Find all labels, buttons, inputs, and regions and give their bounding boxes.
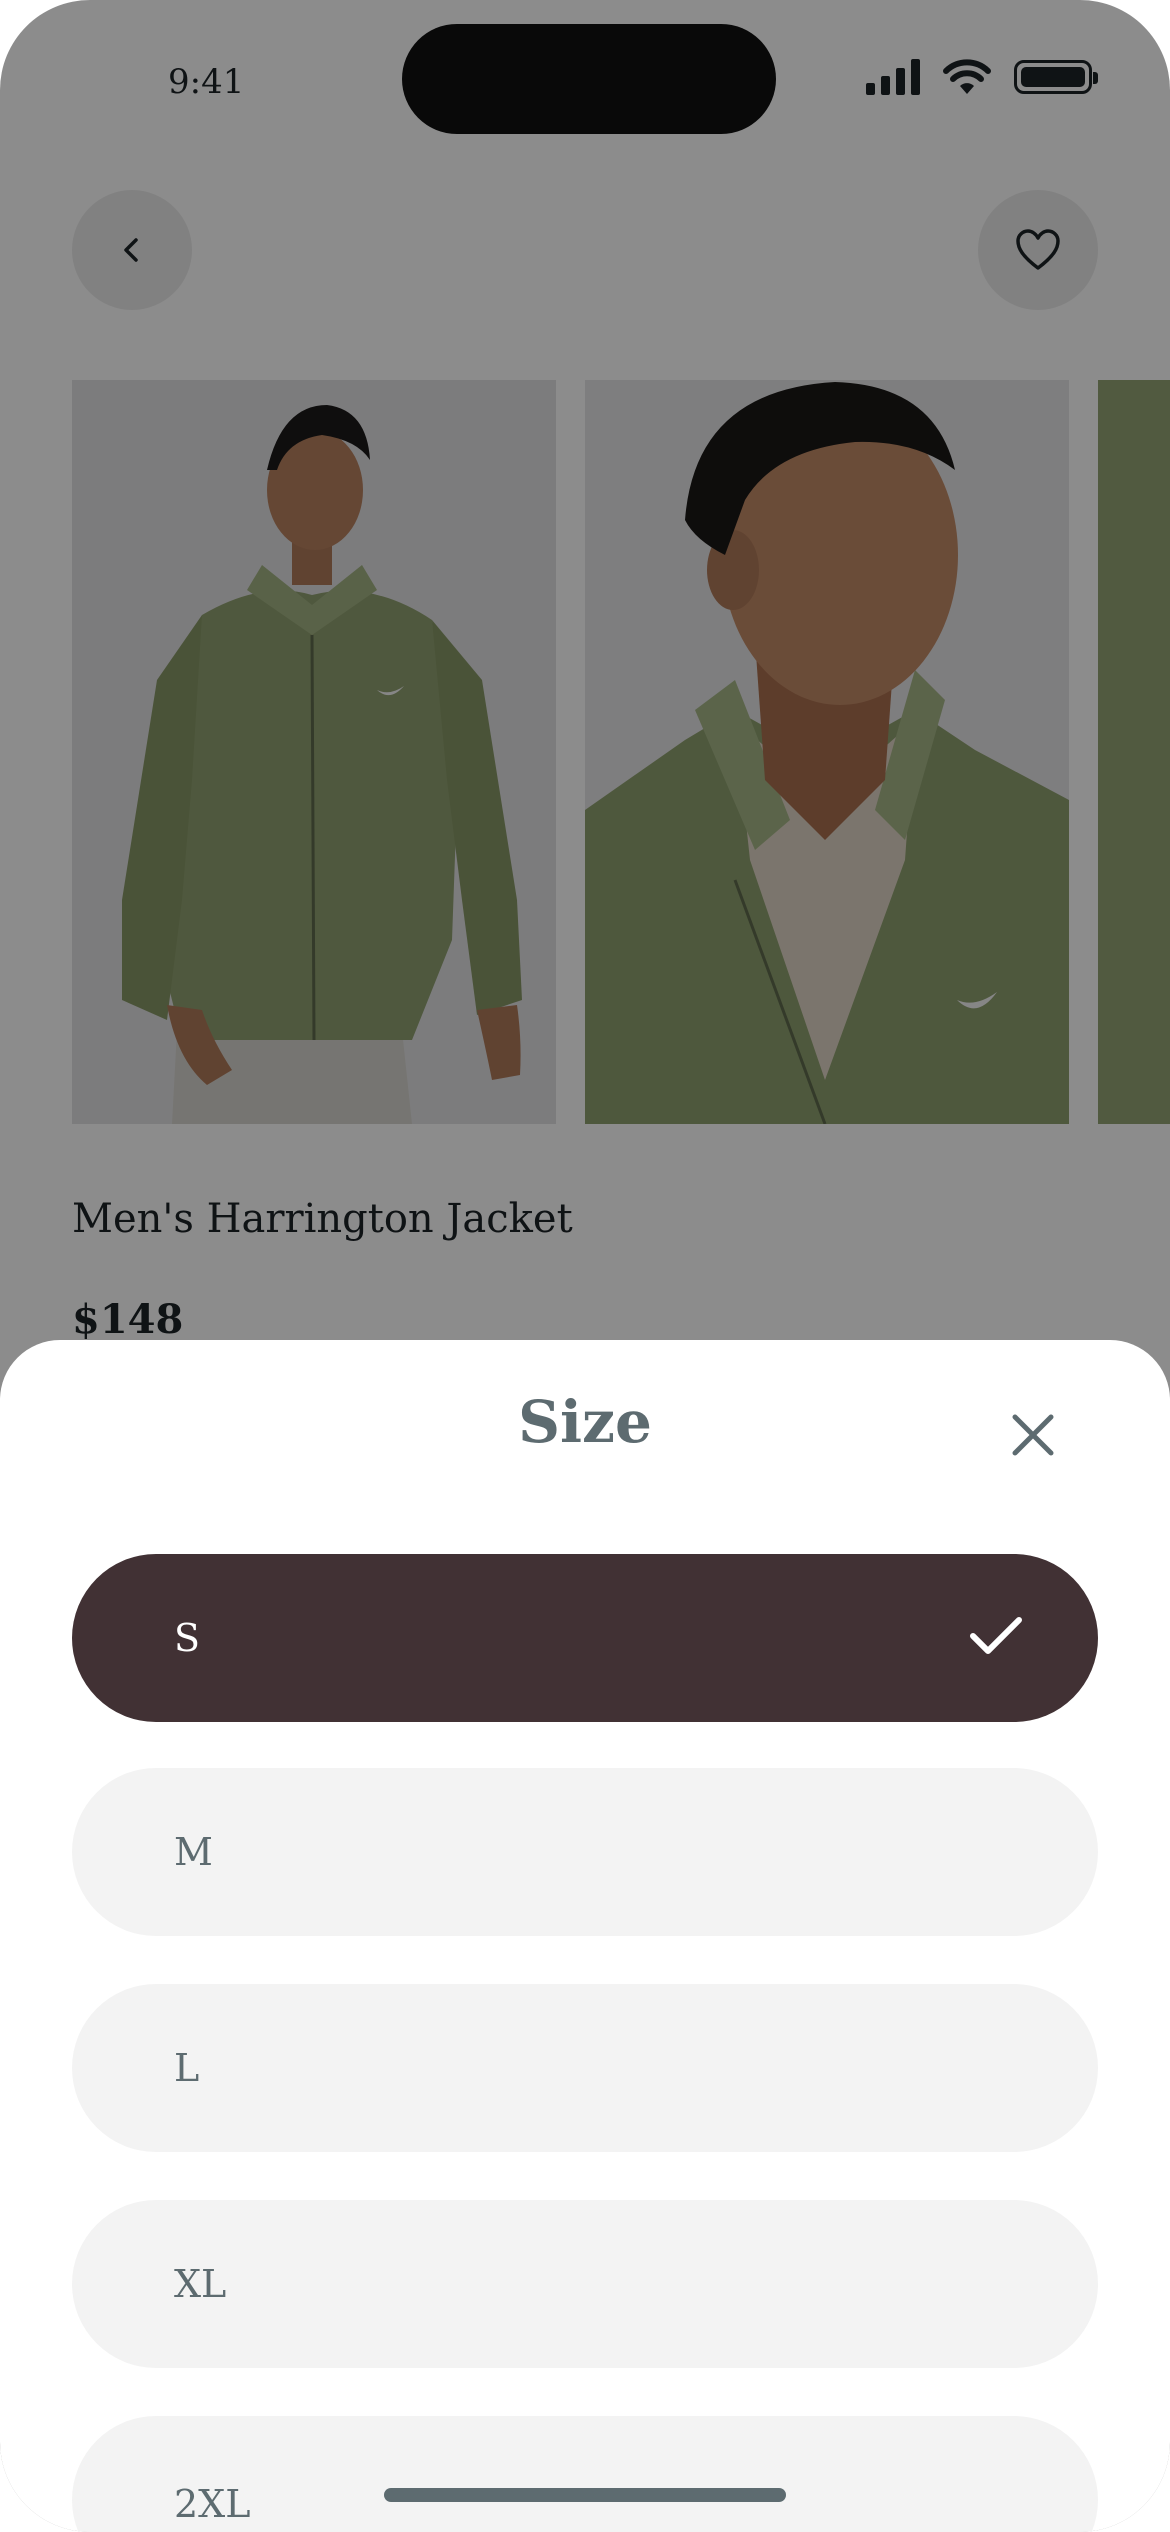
size-option-m[interactable]: M xyxy=(72,1768,1098,1936)
check-icon xyxy=(970,1617,1022,1654)
size-option-2xl[interactable]: 2XL xyxy=(72,2416,1098,2532)
size-option-label: L xyxy=(174,2046,200,2090)
close-button[interactable] xyxy=(998,1400,1068,1470)
size-option-label: XL xyxy=(174,2262,227,2306)
size-bottom-sheet: Size S M L XL 2XL xyxy=(0,1340,1170,2532)
home-indicator[interactable] xyxy=(384,2488,786,2502)
size-option-l[interactable]: L xyxy=(72,1984,1098,2152)
sheet-title: Size xyxy=(518,1388,652,1456)
close-icon xyxy=(1012,1414,1054,1456)
product-screen: 9:41 Men's Harrington Jacket $148 Size S… xyxy=(0,0,1170,2532)
size-option-label: 2XL xyxy=(174,2482,251,2526)
size-option-label: S xyxy=(174,1616,201,1660)
size-option-label: M xyxy=(174,1830,213,1874)
size-option-xl[interactable]: XL xyxy=(72,2200,1098,2368)
size-option-s[interactable]: S xyxy=(72,1554,1098,1722)
